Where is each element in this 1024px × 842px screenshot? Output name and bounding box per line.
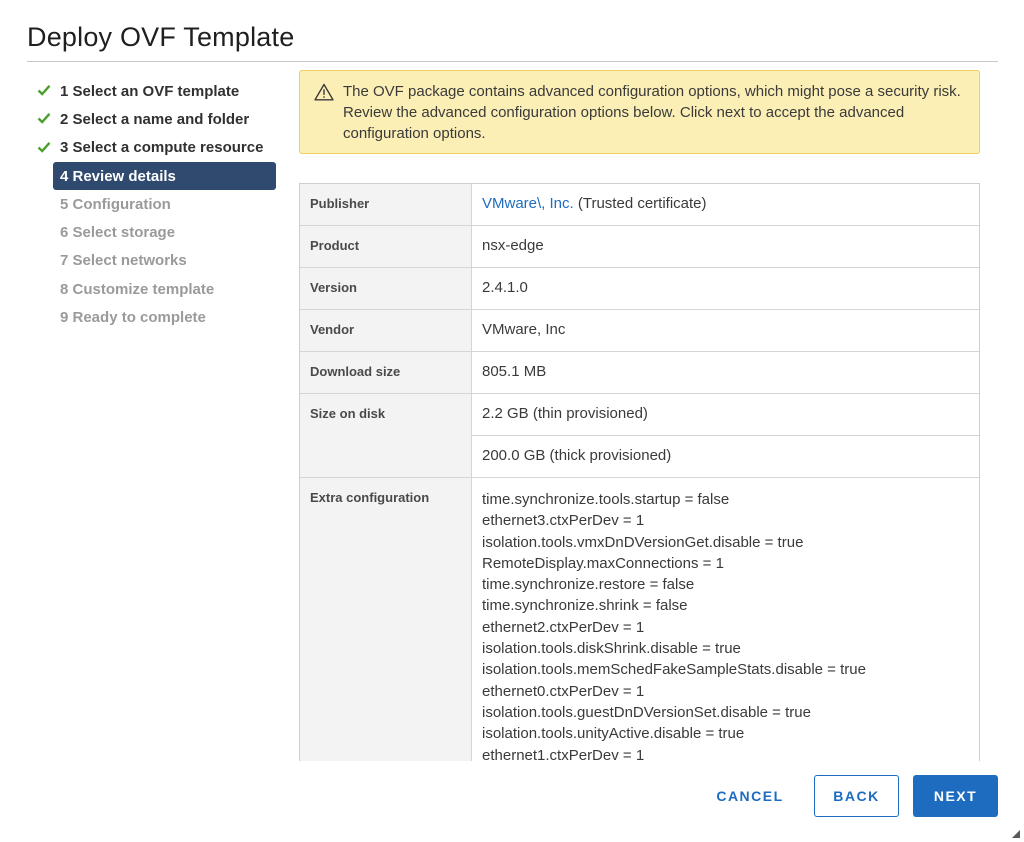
cancel-button[interactable]: CANCEL [706, 775, 794, 817]
step-label: 9 Ready to complete [60, 309, 206, 327]
dialog-title: Deploy OVF Template [27, 22, 295, 52]
row-value: 805.1 MB [482, 363, 547, 380]
row-value: 2.4.1.0 [482, 279, 528, 296]
step-configuration: 5 Configuration [35, 190, 280, 218]
resize-handle-icon[interactable] [1010, 828, 1020, 838]
step-label: 5 Configuration [60, 195, 171, 213]
thin-provisioned-size: 2.2 GB (thin provisioned) [472, 394, 979, 436]
step-label: 1 Select an OVF template [60, 82, 240, 100]
row-value: VMware\, Inc. (Trusted certificate) [472, 184, 979, 225]
config-line: time.synchronize.restore = false [482, 576, 695, 594]
review-details-table[interactable]: Publisher VMware\, Inc. (Trusted certifi… [299, 183, 980, 761]
step-select-name-folder[interactable]: 2 Select a name and folder [35, 105, 280, 133]
config-line: RemoteDisplay.maxConnections = 1 [482, 554, 724, 572]
certificate-status: (Trusted certificate) [573, 195, 707, 212]
step-select-networks: 7 Select networks [35, 247, 280, 275]
config-line: ethernet2.ctxPerDev = 1 [482, 618, 645, 636]
row-label: Publisher [300, 184, 472, 225]
row-label: Vendor [300, 310, 472, 351]
row-value: nsx-edge [482, 237, 544, 254]
step-select-ovf-template[interactable]: 1 Select an OVF template [35, 77, 280, 105]
config-line: isolation.tools.diskShrink.disable = tru… [482, 640, 741, 658]
title-divider [27, 61, 998, 62]
config-line: isolation.tools.memSchedFakeSampleStats.… [482, 661, 866, 679]
config-line: time.synchronize.shrink = false [482, 597, 688, 615]
config-line: isolation.tools.unityActive.disable = tr… [482, 725, 745, 743]
step-label: 4 Review details [60, 167, 176, 185]
row-label: Download size [300, 352, 472, 393]
table-row-product: Product nsx-edge [300, 226, 979, 268]
publisher-link[interactable]: VMware\, Inc. [482, 195, 574, 212]
step-label: 3 Select a compute resource [60, 139, 264, 157]
table-row-version: Version 2.4.1.0 [300, 268, 979, 310]
row-label: Version [300, 268, 472, 309]
step-label: 2 Select a name and folder [60, 110, 250, 128]
config-line: isolation.tools.guestDnDVersionSet.disab… [482, 703, 811, 721]
warning-triangle-icon [314, 83, 334, 101]
thick-provisioned-size: 200.0 GB (thick provisioned) [482, 447, 672, 464]
step-label: 6 Select storage [60, 224, 176, 242]
table-row-download-size: Download size 805.1 MB [300, 352, 979, 394]
row-label: Product [300, 226, 472, 267]
config-line: ethernet1.ctxPerDev = 1 [482, 746, 645, 761]
table-row-publisher: Publisher VMware\, Inc. (Trusted certifi… [300, 184, 979, 226]
security-warning-banner: The OVF package contains advanced config… [299, 70, 980, 154]
table-row-extra-configuration: Extra configuration time.synchronize.too… [300, 478, 979, 761]
warning-text: The OVF package contains advanced config… [343, 83, 961, 142]
config-line: time.synchronize.tools.startup = false [482, 491, 730, 508]
config-line: isolation.tools.vmxDnDVersionGet.disable… [482, 533, 804, 551]
back-button[interactable]: BACK [814, 775, 899, 817]
step-review-details[interactable]: 4 Review details [53, 161, 276, 191]
check-icon [37, 85, 51, 96]
step-ready-to-complete: 9 Ready to complete [35, 303, 280, 331]
check-icon [37, 113, 51, 125]
config-line: ethernet3.ctxPerDev = 1 [482, 512, 645, 530]
wizard-steps: 1 Select an OVF template 2 Select a name… [35, 77, 280, 332]
step-select-compute-resource[interactable]: 3 Select a compute resource [35, 134, 280, 162]
row-label: Extra configuration [300, 478, 472, 761]
step-customize-template: 8 Customize template [35, 275, 280, 303]
extra-configuration-list: time.synchronize.tools.startup = false e… [472, 478, 979, 761]
check-icon [37, 141, 51, 153]
next-button[interactable]: NEXT [913, 775, 998, 817]
step-label: 7 Select networks [60, 252, 187, 270]
table-row-vendor: Vendor VMware, Inc [300, 310, 979, 352]
config-line: ethernet0.ctxPerDev = 1 [482, 682, 645, 700]
step-label: 8 Customize template [60, 280, 215, 298]
row-value: VMware, Inc [482, 321, 566, 338]
table-row-size-on-disk: Size on disk 2.2 GB (thin provisioned) 2… [300, 394, 979, 478]
step-select-storage: 6 Select storage [35, 218, 280, 246]
row-label: Size on disk [300, 394, 472, 477]
